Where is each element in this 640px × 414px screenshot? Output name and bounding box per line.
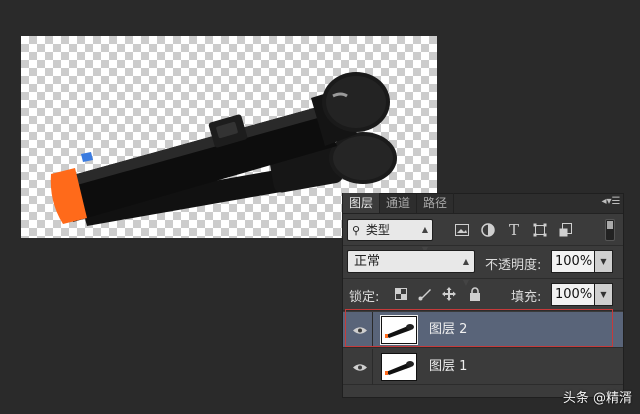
blend-mode-value: 正常: [354, 254, 381, 269]
layer-thumbnail: [381, 353, 417, 381]
lock-transparent-icon[interactable]: [393, 286, 409, 302]
tab-layers[interactable]: 图层: [343, 193, 381, 213]
layers-panel: 图层 通道 路径 ◂▾☰ ⚲ 类型 ▲▼ T 正常 ▲▼: [342, 193, 624, 398]
layer-row-2[interactable]: 图层 2: [343, 312, 623, 348]
fill-input[interactable]: 100%: [551, 283, 595, 306]
lock-label: 锁定:: [349, 290, 380, 305]
fill-label: 填充:: [511, 290, 542, 305]
opacity-input[interactable]: 100%: [551, 250, 595, 273]
panel-menu-icon[interactable]: ◂▾☰: [599, 193, 623, 213]
visibility-eye-icon[interactable]: [347, 312, 373, 348]
shape-filter-icon[interactable]: [531, 221, 549, 239]
lock-fill-row: 锁定: 填充: 100% ▼: [343, 280, 623, 308]
lock-move-icon[interactable]: [441, 286, 457, 302]
layer-name[interactable]: 图层 1: [429, 349, 467, 385]
filter-kind-label: 类型: [365, 223, 390, 237]
blend-mode-select[interactable]: 正常 ▲ ▼: [347, 250, 475, 287]
lock-all-icon[interactable]: [467, 286, 483, 302]
watermark: 头条 @精湑: [562, 391, 632, 406]
fill-dropdown-button[interactable]: ▼: [595, 283, 613, 306]
lock-paint-icon[interactable]: [417, 286, 433, 302]
layer-filter-row: ⚲ 类型 ▲▼ T: [343, 216, 623, 254]
tab-channels[interactable]: 通道: [380, 193, 418, 213]
smart-object-filter-icon[interactable]: [557, 221, 575, 239]
opacity-dropdown-button[interactable]: ▼: [595, 250, 613, 273]
search-icon: ⚲: [352, 224, 361, 237]
filter-kind-select[interactable]: ⚲ 类型 ▲▼: [347, 219, 433, 254]
opacity-label: 不透明度:: [485, 258, 542, 273]
tab-paths[interactable]: 路径: [417, 193, 455, 213]
divider: [343, 310, 623, 311]
panel-tabbar: 图层 通道 路径 ◂▾☰: [343, 193, 623, 214]
text-filter-icon[interactable]: T: [505, 221, 523, 239]
divider: [343, 278, 623, 279]
visibility-eye-icon[interactable]: [347, 349, 373, 385]
layer-name[interactable]: 图层 2: [429, 312, 467, 348]
adjustment-filter-icon[interactable]: [479, 221, 497, 239]
blend-opacity-row: 正常 ▲ ▼ 不透明度: 100% ▼: [343, 246, 623, 287]
image-filter-icon[interactable]: [453, 221, 471, 239]
filter-toggle-switch[interactable]: [605, 219, 615, 241]
layer-row-1[interactable]: 图层 1: [343, 349, 623, 385]
layer-thumbnail: [380, 315, 418, 345]
